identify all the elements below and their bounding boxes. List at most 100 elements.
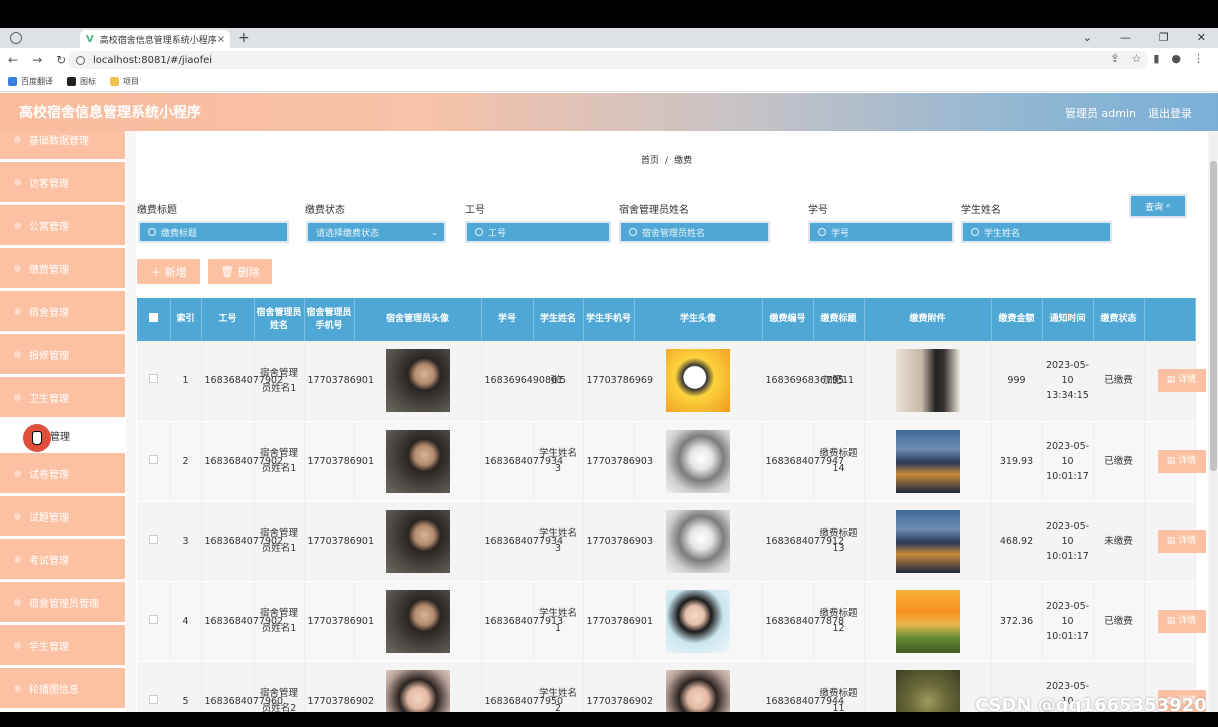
sidebar-item[interactable]: 试题管理 xyxy=(0,496,125,536)
chevron-down-icon: ⌄ xyxy=(431,227,438,237)
payment-attachment[interactable] xyxy=(895,349,960,413)
student-avatar[interactable] xyxy=(666,349,730,413)
table-header-row: 索引 工号 宿舍管理员姓名 宿舍管理员手机号 宿舍管理员头像 学号 学生姓名 学… xyxy=(137,298,1196,341)
manager-avatar[interactable] xyxy=(385,589,450,653)
detail-button[interactable]: ▤ 详情 xyxy=(1157,369,1206,393)
profile-icon[interactable]: ● xyxy=(1171,52,1181,65)
student-avatar[interactable] xyxy=(666,669,730,712)
row-select-cell[interactable] xyxy=(137,501,171,582)
reload-icon[interactable]: ↻ xyxy=(56,53,66,67)
row-select-cell[interactable] xyxy=(137,581,171,662)
payment-attachment[interactable] xyxy=(895,429,960,493)
add-button[interactable]: ＋ 新增 xyxy=(137,259,200,284)
detail-button[interactable]: ▤ 详情 xyxy=(1157,529,1206,553)
student-avatar-cell xyxy=(634,341,763,422)
detail-button[interactable]: ▤ 详情 xyxy=(1157,449,1206,473)
bookmark-item[interactable]: 项目 xyxy=(110,76,139,87)
back-icon[interactable]: ← xyxy=(8,53,18,67)
chevron-down-icon[interactable]: ⌄ xyxy=(1083,31,1092,44)
manager-avatar[interactable] xyxy=(385,509,450,573)
row-select-cell[interactable] xyxy=(137,421,171,502)
row-select-cell[interactable] xyxy=(137,661,171,712)
delete-button[interactable]: 🗑 删除 xyxy=(208,259,272,284)
row-checkbox[interactable] xyxy=(148,694,158,704)
manager-avatar[interactable] xyxy=(385,349,450,413)
bookmark-item[interactable]: 百度翻译 xyxy=(8,76,53,87)
column-header: 索引 xyxy=(170,298,202,341)
sidepanel-icon[interactable]: ▮ xyxy=(1153,52,1159,65)
new-tab-button[interactable]: + xyxy=(238,30,250,46)
bookmark-item[interactable]: 图标 xyxy=(67,76,96,87)
sidebar-item[interactable]: 报修管理 xyxy=(0,334,125,374)
search-icon xyxy=(629,228,637,236)
document-icon: ▤ xyxy=(1166,615,1176,626)
row-checkbox[interactable] xyxy=(148,454,158,464)
cell-gonghao: 1683684077902 xyxy=(201,341,283,422)
column-header: 学生手机号 xyxy=(583,298,635,341)
title-search-input[interactable]: 缴费标题 xyxy=(138,221,289,243)
sidebar-item[interactable]: 试卷管理 xyxy=(0,453,125,493)
table-row: 2 1683684077902 宿舍管理员姓名1 17703786901 1683684… xyxy=(137,421,1206,502)
cell-amount: 999 xyxy=(991,341,1043,422)
search-icon xyxy=(818,228,826,236)
student-avatar[interactable] xyxy=(666,509,730,573)
row-select-cell[interactable] xyxy=(137,341,171,422)
sidebar-item[interactable]: 公寓管理 xyxy=(0,205,125,245)
sidebar-item[interactable]: 基础数据管理 xyxy=(0,131,125,159)
student-avatar[interactable] xyxy=(666,429,730,493)
minimize-icon[interactable]: — xyxy=(1120,31,1131,44)
gonghao-search-input[interactable]: 工号 xyxy=(465,221,611,243)
cell-payment-no: 1683684077944 xyxy=(762,661,844,712)
student-search-input[interactable]: 学生姓名 xyxy=(961,221,1112,243)
star-icon[interactable]: ☆ xyxy=(1131,52,1141,65)
row-checkbox[interactable] xyxy=(148,614,158,624)
cell-manager-phone: 17703786901 xyxy=(304,581,374,662)
sidebar-item[interactable]: 学生管理 xyxy=(0,625,125,665)
scrollbar-thumb[interactable] xyxy=(1210,161,1217,471)
search-icon xyxy=(475,228,483,236)
status-select[interactable]: 请选择缴费状态 ⌄ xyxy=(306,221,446,243)
site-info-icon[interactable] xyxy=(76,55,85,65)
breadcrumb-home[interactable]: 首页 xyxy=(641,156,659,166)
select-all-cell[interactable] xyxy=(137,298,171,341)
admin-user: 管理员 admin xyxy=(1065,107,1136,120)
share-icon[interactable]: ⇪ xyxy=(1110,52,1119,65)
sidebar-subitem[interactable]: 卫生管理 xyxy=(0,420,125,450)
sidebar-item[interactable]: 宿舍管理 xyxy=(0,291,125,331)
query-button[interactable]: 查询 ⌕ xyxy=(1129,194,1187,218)
xuehao-search-input[interactable]: 学号 xyxy=(808,221,954,243)
cell-manager-name: 宿舍管理员姓名1 xyxy=(254,501,305,582)
globe-icon[interactable] xyxy=(10,32,22,44)
detail-button[interactable]: ▤ 详情 xyxy=(1157,609,1206,633)
url-field[interactable]: localhost:8081/#/jiaofei xyxy=(68,51,1148,69)
forward-icon[interactable]: → xyxy=(32,53,42,67)
manager-avatar[interactable] xyxy=(385,429,450,493)
row-checkbox[interactable] xyxy=(148,374,158,384)
sidebar-item[interactable]: 考试管理 xyxy=(0,539,125,579)
sidebar-item[interactable]: 缴费管理 xyxy=(0,248,125,288)
payment-attachment[interactable] xyxy=(895,669,960,712)
logout-link[interactable]: 退出登录 xyxy=(1148,105,1192,121)
sidebar-item[interactable]: 轮播图信息 xyxy=(0,668,125,708)
close-tab-icon[interactable]: × xyxy=(217,34,225,45)
cell-index: 4 xyxy=(170,581,202,662)
close-window-icon[interactable]: ✕ xyxy=(1197,31,1206,44)
payment-attachment[interactable] xyxy=(895,589,960,653)
student-avatar-cell xyxy=(634,501,763,582)
student-avatar[interactable] xyxy=(666,589,730,653)
sidebar-item[interactable]: 访客管理 xyxy=(0,162,125,202)
manager-avatar[interactable] xyxy=(385,669,450,712)
page-scrollbar[interactable] xyxy=(1209,131,1218,712)
menu-icon[interactable]: ⋮ xyxy=(1193,52,1204,65)
restore-icon[interactable]: ❐ xyxy=(1159,31,1169,44)
payment-attachment[interactable] xyxy=(895,509,960,573)
sidebar-item[interactable]: 卫生管理 xyxy=(0,377,125,417)
manager-search-input[interactable]: 宿舍管理员姓名 xyxy=(619,221,770,243)
menu-dot-icon xyxy=(14,350,21,358)
select-all-checkbox[interactable] xyxy=(148,312,158,322)
cell-gonghao: 1683684077960 xyxy=(201,661,283,712)
row-checkbox[interactable] xyxy=(148,534,158,544)
column-header: 缴费标题 xyxy=(813,298,865,341)
sidebar-item[interactable]: 宿舍管理员管理 xyxy=(0,582,125,622)
browser-tab-active[interactable]: V 高校宿舍信息管理系统小程序 × xyxy=(80,30,230,48)
